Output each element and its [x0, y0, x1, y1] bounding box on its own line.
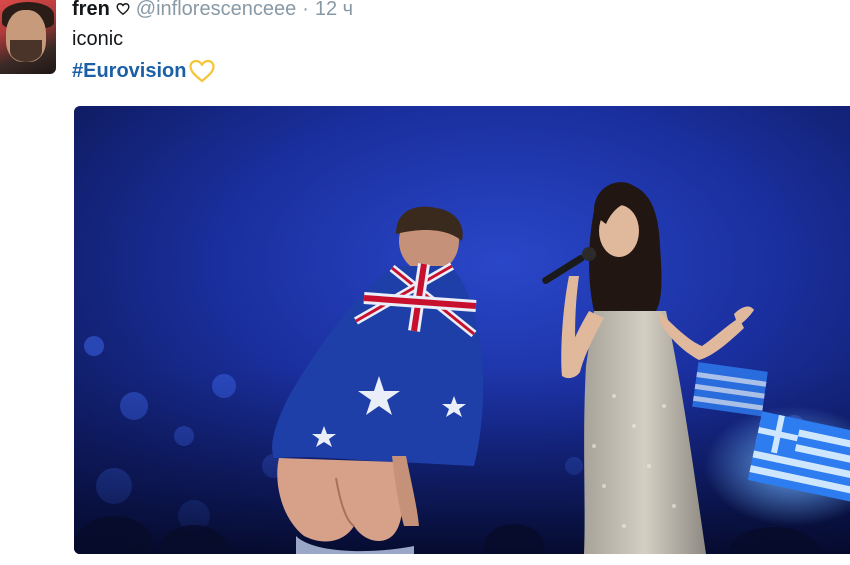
yellow-heart-icon: [189, 59, 216, 83]
display-name[interactable]: fren: [72, 0, 110, 21]
heart-outline-icon: [116, 3, 130, 16]
tweet-media-photo[interactable]: [74, 106, 850, 554]
avatar-beard: [10, 40, 42, 62]
user-handle[interactable]: @inflorescenceee: [136, 0, 296, 21]
tweet-text: iconic: [72, 28, 124, 50]
user-avatar[interactable]: [0, 0, 56, 74]
tweet-header: fren @inflorescenceee · 12 ч: [72, 0, 353, 22]
stage-photo: [74, 106, 850, 554]
tweet-timestamp[interactable]: 12 ч: [315, 0, 353, 21]
hashtag-line: #Eurovision: [72, 56, 216, 86]
hashtag-link[interactable]: #Eurovision: [72, 60, 186, 83]
separator-dot: ·: [302, 0, 309, 20]
